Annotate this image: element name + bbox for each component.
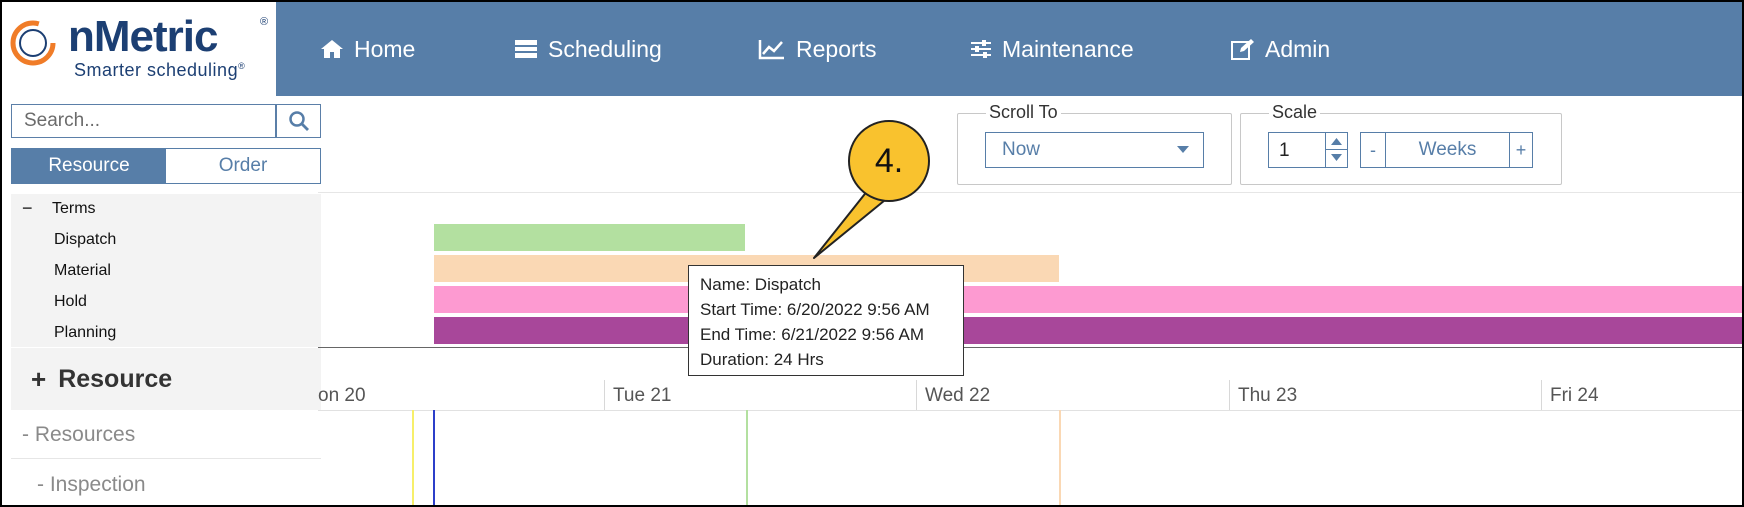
date-separator	[1229, 380, 1230, 410]
tooltip-duration: Duration: 24 Hrs	[700, 350, 824, 369]
nav-reports[interactable]: Reports	[758, 2, 877, 96]
scale-plus-button[interactable]: +	[1509, 133, 1532, 167]
nav-admin[interactable]: Admin	[1231, 2, 1330, 96]
terms-bottom-line	[318, 347, 1742, 348]
scale-legend: Scale	[1269, 102, 1321, 123]
term-dispatch: Dispatch	[54, 231, 117, 248]
tab-resource[interactable]: Resource	[12, 149, 166, 183]
hold-bar[interactable]	[434, 286, 1742, 313]
scale-number-value: 1	[1279, 140, 1290, 161]
resource-section-label: Resource	[58, 364, 173, 393]
logo-tagline: Smarter scheduling®	[74, 60, 246, 80]
now-line	[433, 410, 435, 505]
term-planning: Planning	[54, 324, 117, 341]
search-input[interactable]	[12, 105, 246, 137]
tree-item-resources[interactable]: - Resources	[11, 411, 321, 459]
scheduling-icon	[515, 40, 537, 58]
scale-minus-button[interactable]: -	[1361, 133, 1386, 167]
app-frame: nMetric ® Smarter scheduling® Home Sched…	[0, 0, 1744, 507]
nav-maintenance-label: Maintenance	[1002, 35, 1134, 62]
scroll-to-select[interactable]: Now	[985, 132, 1204, 168]
scale-unit-control: - Weeks +	[1360, 132, 1533, 168]
nav-home[interactable]: Home	[320, 2, 415, 96]
marker-line-peach	[1059, 410, 1061, 505]
dispatch-bar[interactable]	[434, 224, 745, 251]
tab-order[interactable]: Order	[166, 149, 320, 183]
sliders-icon	[971, 40, 991, 58]
date-tue-21: Tue 21	[613, 385, 672, 406]
top-nav: Home Scheduling Reports Maintenance Admi…	[276, 2, 1742, 96]
search-button[interactable]	[276, 104, 321, 138]
edit-icon	[1231, 39, 1254, 60]
date-wed-22: Wed 22	[925, 385, 991, 406]
date-separator	[604, 380, 605, 410]
tree-item-inspection[interactable]: - Inspection	[11, 461, 321, 505]
stepper-arrows	[1325, 133, 1348, 167]
tooltip-end-time: End Time: 6/21/2022 9:56 AM	[700, 325, 924, 344]
scale-number-stepper[interactable]: 1	[1268, 132, 1348, 168]
scroll-to-value: Now	[1002, 139, 1041, 160]
terms-panel: − Terms Dispatch Material Hold Planning	[11, 194, 321, 347]
term-hold: Hold	[54, 293, 87, 310]
logo-ring-icon	[10, 20, 56, 66]
planning-bar[interactable]	[434, 317, 1742, 344]
terms-header: Terms	[52, 200, 96, 217]
logo-registered-mark: ®	[260, 16, 269, 28]
callout-badge: 4.	[848, 120, 930, 202]
bar-tooltip: Name: Dispatch Start Time: 6/20/2022 9:5…	[688, 265, 964, 376]
nav-home-label: Home	[354, 35, 416, 62]
logo-name: nMetric	[68, 12, 218, 61]
search-icon	[288, 111, 309, 131]
date-thu-23: Thu 23	[1238, 385, 1298, 406]
stepper-down-icon[interactable]	[1331, 154, 1342, 162]
nav-admin-label: Admin	[1265, 35, 1331, 62]
term-material: Material	[54, 262, 111, 279]
logo[interactable]: nMetric ® Smarter scheduling®	[2, 2, 276, 96]
stepper-up-icon[interactable]	[1331, 137, 1342, 145]
chart-icon	[758, 40, 784, 60]
date-row-border	[318, 410, 1742, 411]
nav-reports-label: Reports	[796, 35, 877, 62]
tooltip-name: Name: Dispatch	[700, 275, 821, 294]
nav-scheduling-label: Scheduling	[548, 35, 662, 62]
date-fri-24: Fri 24	[1550, 385, 1599, 406]
marker-line-yellow	[412, 410, 414, 505]
terms-collapse-button[interactable]: −	[22, 198, 33, 219]
chevron-down-icon	[1177, 146, 1189, 153]
nav-maintenance[interactable]: Maintenance	[970, 2, 1134, 96]
toolbar-divider	[318, 192, 1742, 193]
search-box	[11, 104, 276, 138]
nav-scheduling[interactable]: Scheduling	[514, 2, 662, 96]
scroll-to-legend: Scroll To	[986, 102, 1061, 123]
date-separator	[916, 380, 917, 410]
scale-unit-value: Weeks	[1418, 139, 1477, 160]
date-mon-20: on 20	[318, 385, 366, 406]
view-toggle: Resource Order	[11, 148, 321, 184]
marker-line-green	[746, 410, 748, 505]
tooltip-start-time: Start Time: 6/20/2022 9:56 AM	[700, 300, 930, 319]
resource-section-header[interactable]: + Resource	[11, 348, 321, 410]
date-separator	[1541, 380, 1542, 410]
home-icon	[321, 40, 343, 58]
resource-expand-button[interactable]: +	[31, 364, 46, 395]
